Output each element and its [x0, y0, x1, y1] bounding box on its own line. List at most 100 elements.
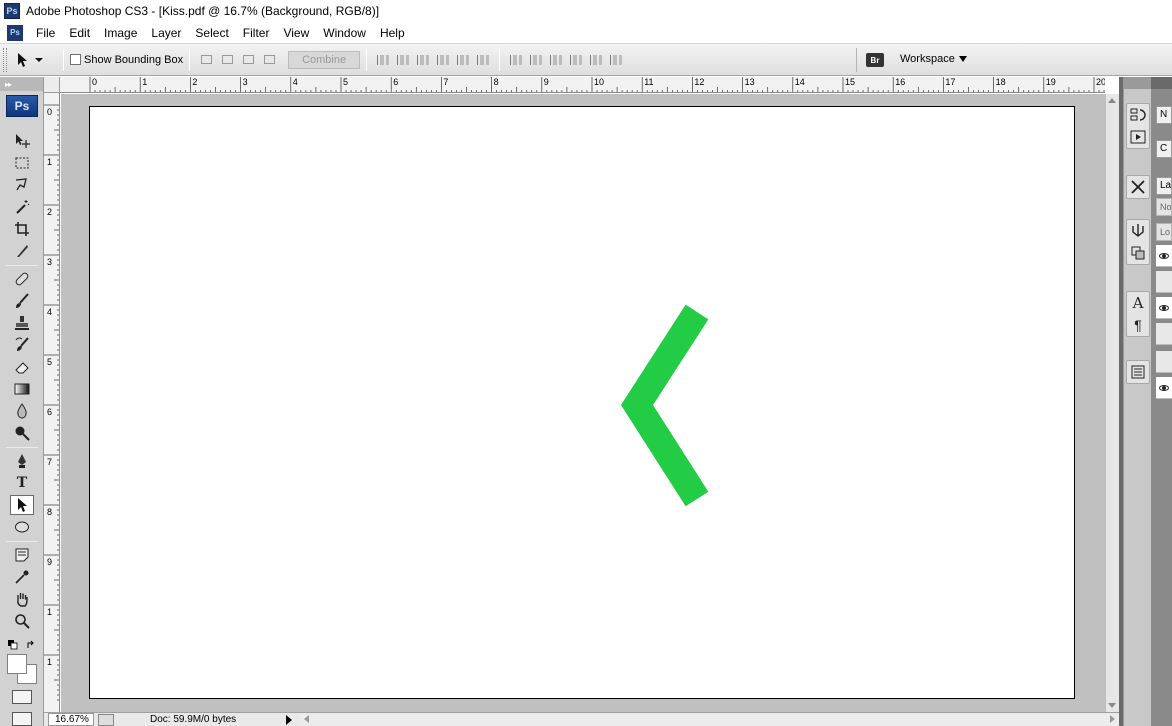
options-bar-grip[interactable] — [3, 47, 7, 72]
distribute-horizontal-centers-icon[interactable] — [586, 51, 606, 69]
intersect-shape-areas-icon[interactable] — [240, 51, 257, 68]
horizontal-ruler[interactable]: 01234567891011121314151617181920 — [60, 77, 1105, 93]
workspace-menu-button[interactable]: Workspace — [900, 51, 967, 67]
status-menu-arrow-icon[interactable] — [286, 714, 292, 725]
clone-stamp-tool[interactable] — [10, 313, 34, 333]
slice-tool[interactable] — [10, 241, 34, 261]
ruler-origin[interactable] — [44, 77, 60, 93]
add-to-shape-area-icon[interactable] — [198, 51, 215, 68]
menu-filter[interactable]: Filter — [236, 26, 277, 40]
color-panel-tab[interactable]: C — [1156, 140, 1172, 158]
brush-tool[interactable] — [10, 291, 34, 311]
history-brush-tool[interactable] — [10, 335, 34, 355]
ellipse-tool[interactable] — [10, 517, 34, 537]
align-horizontal-centers-icon[interactable] — [453, 51, 473, 69]
character-panel-icon[interactable]: A — [1127, 292, 1149, 314]
scroll-up-icon[interactable] — [1108, 98, 1116, 103]
eraser-tool[interactable] — [10, 357, 34, 377]
rectangular-marquee-tool[interactable] — [10, 153, 34, 173]
menu-select[interactable]: Select — [188, 26, 235, 40]
vertical-ruler[interactable]: 0 1 2 3 4 5 6 7 8 9 1 1 — [44, 93, 60, 712]
distribute-vertical-centers-icon[interactable] — [526, 51, 546, 69]
actions-panel-icon[interactable] — [1127, 126, 1149, 148]
swap-colors-icon[interactable] — [26, 639, 36, 649]
align-bottom-edges-icon[interactable] — [413, 51, 433, 69]
tool-presets-panel-icon[interactable] — [1127, 176, 1149, 198]
menu-help[interactable]: Help — [373, 26, 412, 40]
photoshop-logo[interactable]: Ps — [6, 95, 38, 117]
layer-row[interactable] — [1156, 377, 1172, 399]
document-canvas[interactable] — [89, 106, 1075, 699]
eyedropper-tool[interactable] — [10, 567, 34, 587]
eye-icon[interactable] — [1159, 252, 1169, 259]
vertical-scrollbar[interactable] — [1105, 94, 1119, 712]
menu-file[interactable]: File — [29, 26, 62, 40]
panel-header[interactable] — [1151, 77, 1172, 89]
combine-button[interactable]: Combine — [288, 50, 361, 69]
subtract-from-shape-area-icon[interactable] — [219, 51, 236, 68]
direct-selection-tool[interactable] — [10, 495, 34, 515]
toolbox-header[interactable]: ▸▸ — [0, 77, 43, 91]
paragraph-panel-icon[interactable]: ¶ — [1127, 314, 1149, 336]
document-icon[interactable]: Ps — [7, 24, 23, 41]
layer-row[interactable] — [1156, 297, 1172, 319]
align-vertical-centers-icon[interactable] — [393, 51, 413, 69]
dodge-tool[interactable] — [10, 423, 34, 443]
move-tool[interactable] — [10, 131, 34, 151]
layer-row[interactable] — [1156, 351, 1172, 373]
default-colors-icon[interactable] — [8, 639, 18, 650]
photoshop-app-icon[interactable]: Ps — [4, 3, 20, 19]
crop-tool[interactable] — [10, 219, 34, 239]
pen-tool[interactable] — [10, 451, 34, 471]
distribute-left-edges-icon[interactable] — [566, 51, 586, 69]
scroll-right-icon[interactable] — [1110, 714, 1115, 723]
type-tool[interactable]: T — [10, 473, 34, 493]
blend-mode-select[interactable]: No — [1156, 198, 1172, 216]
zoom-tool[interactable] — [10, 611, 34, 631]
green-chevron-shape[interactable] — [90, 107, 1076, 700]
align-top-edges-icon[interactable] — [373, 51, 393, 69]
history-panel-icon[interactable] — [1127, 104, 1149, 126]
navigator-panel-tab[interactable]: N — [1156, 106, 1172, 124]
menu-layer[interactable]: Layer — [144, 26, 188, 40]
exclude-overlapping-shape-areas-icon[interactable] — [261, 51, 278, 68]
show-bounding-box-option[interactable]: Show Bounding Box — [70, 54, 183, 66]
align-left-edges-icon[interactable] — [433, 51, 453, 69]
menu-edit[interactable]: Edit — [62, 26, 97, 40]
layer-row[interactable] — [1156, 245, 1172, 267]
layer-row[interactable] — [1156, 271, 1172, 293]
lock-options[interactable]: Lo — [1156, 223, 1172, 241]
eye-icon[interactable] — [1159, 304, 1169, 311]
scroll-down-icon[interactable] — [1108, 703, 1116, 708]
show-bounding-box-checkbox[interactable] — [70, 54, 81, 65]
dock-header[interactable] — [1124, 77, 1151, 89]
clone-source-panel-icon[interactable] — [1127, 242, 1149, 264]
distribute-top-edges-icon[interactable] — [506, 51, 526, 69]
status-info-icon[interactable] — [98, 713, 114, 726]
hand-tool[interactable] — [10, 589, 34, 609]
brushes-panel-icon[interactable] — [1127, 220, 1149, 242]
distribute-right-edges-icon[interactable] — [606, 51, 626, 69]
layer-comps-panel-icon[interactable] — [1127, 361, 1149, 383]
magic-wand-tool[interactable] — [10, 197, 34, 217]
screen-mode-button[interactable] — [12, 712, 32, 726]
menu-image[interactable]: Image — [97, 26, 144, 40]
lasso-tool[interactable] — [10, 175, 34, 195]
spot-healing-brush-tool[interactable] — [10, 269, 34, 289]
layer-row[interactable] — [1156, 323, 1172, 345]
foreground-color-swatch[interactable] — [7, 654, 27, 674]
gradient-tool[interactable] — [10, 379, 34, 399]
quick-mask-button[interactable] — [12, 690, 32, 704]
canvas-pasteboard[interactable] — [61, 94, 1105, 712]
menu-window[interactable]: Window — [316, 26, 373, 40]
go-to-bridge-button[interactable]: Br — [863, 50, 887, 70]
scroll-left-icon[interactable] — [304, 714, 309, 723]
zoom-level-field[interactable]: 16.67% — [48, 713, 94, 726]
tool-preset-picker[interactable] — [17, 52, 57, 68]
menu-view[interactable]: View — [276, 26, 316, 40]
eye-icon[interactable] — [1159, 384, 1169, 391]
distribute-bottom-edges-icon[interactable] — [546, 51, 566, 69]
notes-tool[interactable] — [10, 545, 34, 565]
horizontal-scrollbar[interactable] — [300, 713, 1119, 726]
layers-panel-tab[interactable]: La — [1156, 177, 1172, 195]
